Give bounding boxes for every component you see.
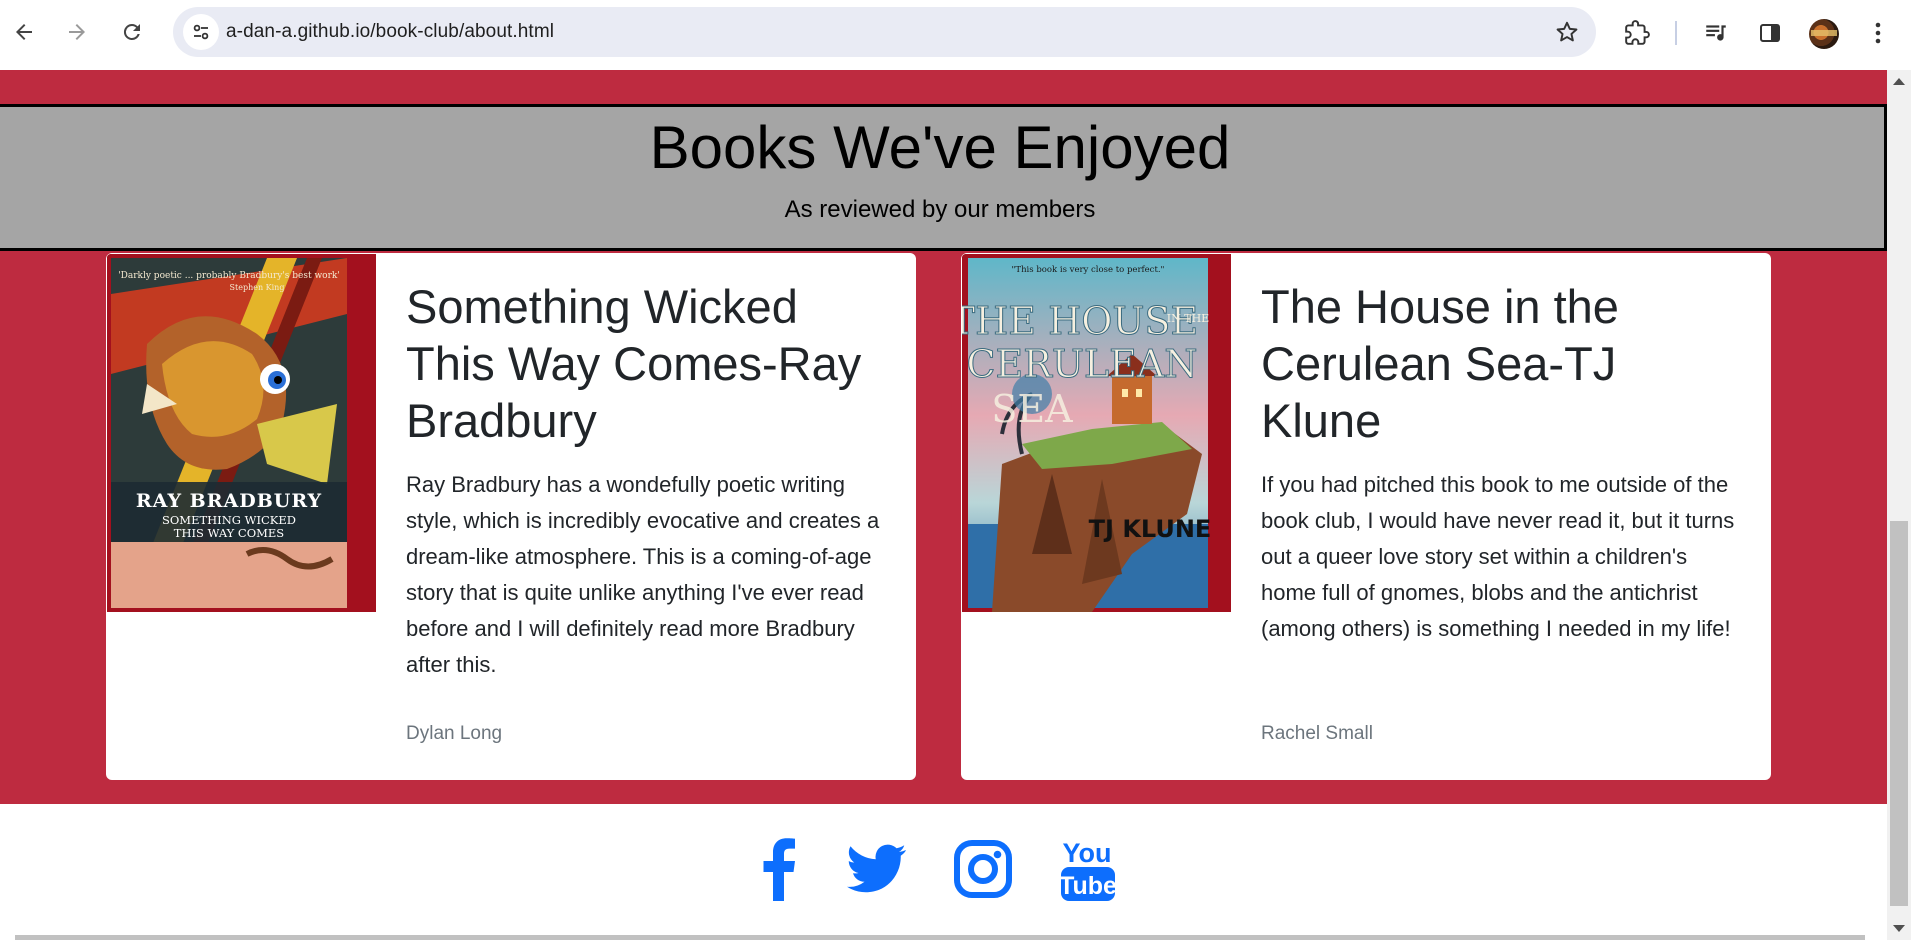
scroll-up-arrow-icon[interactable] [1893, 78, 1905, 85]
reload-icon [123, 23, 140, 40]
book-card: 'Darkly poetic ... probably Bradbury's b… [106, 253, 916, 780]
address-bar[interactable]: a-dan-a.github.io/book-club/about.html [173, 7, 1596, 57]
cover-title-small: IN THE [1167, 312, 1209, 325]
extensions-button[interactable] [1623, 19, 1651, 47]
book-card: "This book is very close to perfect." TH… [961, 253, 1771, 780]
horizontal-scrollbar-thumb[interactable] [15, 935, 1865, 940]
site-info-button[interactable] [183, 14, 219, 50]
page-title: Books We've Enjoyed [649, 114, 1231, 181]
book-cover-image: "This book is very close to perfect." TH… [962, 254, 1231, 612]
reload-button[interactable] [112, 12, 152, 52]
facebook-link[interactable] [744, 834, 814, 904]
card-body: The House in the Cerulean Sea-TJ Klune I… [1261, 278, 1741, 647]
twitter-link[interactable] [842, 834, 912, 904]
youtube-icon: You Tube [1060, 838, 1116, 901]
cover-quote: 'Darkly poetic ... probably Bradbury's b… [118, 271, 340, 281]
book-title: The House in the Cerulean Sea-TJ Klune [1261, 280, 1619, 447]
page-viewport: Books We've Enjoyed As reviewed by our m… [0, 70, 1887, 940]
puzzle-icon [1625, 20, 1650, 45]
forward-button[interactable] [57, 12, 97, 52]
cover-quote: "This book is very close to perfect." [1012, 265, 1165, 275]
facebook-icon [763, 838, 795, 901]
toolbar-separator [1675, 21, 1677, 45]
media-control-button[interactable] [1702, 19, 1730, 47]
cover-author: TJ KLUNE [1089, 515, 1212, 543]
book-cover-image: 'Darkly poetic ... probably Bradbury's b… [107, 254, 376, 612]
vertical-scrollbar[interactable] [1887, 70, 1911, 940]
arrow-right-icon [69, 24, 85, 40]
page-subtitle: As reviewed by our members [784, 196, 1096, 223]
youtube-tube-text: Tube [1060, 872, 1116, 900]
cover-title-line-2: CERULEAN [966, 342, 1197, 386]
youtube-link[interactable]: You Tube [1053, 834, 1123, 904]
side-panel-button[interactable] [1756, 19, 1784, 47]
cover-quote-author: Stephen King [230, 283, 285, 292]
back-button[interactable] [4, 12, 44, 52]
twitter-icon [847, 844, 906, 893]
url-text[interactable]: a-dan-a.github.io/book-club/about.html [226, 21, 554, 43]
browser-toolbar: a-dan-a.github.io/book-club/about.html [0, 0, 1911, 70]
reviewer-name: Dylan Long [406, 723, 503, 744]
youtube-you-text: You [1063, 838, 1112, 868]
bookmark-star-icon[interactable] [1554, 19, 1580, 45]
cover-title-line-2: THIS WAY COMES [174, 526, 285, 540]
more-vert-icon [1875, 22, 1881, 44]
side-panel-icon [1760, 24, 1780, 42]
profile-avatar[interactable] [1809, 19, 1839, 49]
book-review: If you had pitched this book to me outsi… [1261, 472, 1735, 641]
instagram-link[interactable] [948, 834, 1018, 904]
browser-menu-button[interactable] [1864, 19, 1892, 47]
hero-banner: Books We've Enjoyed As reviewed by our m… [0, 104, 1887, 251]
instagram-icon [954, 840, 1012, 898]
book-title: Something Wicked This Way Comes-Ray Brad… [406, 280, 862, 447]
scroll-down-arrow-icon[interactable] [1893, 925, 1905, 932]
cover-author: RAY BRADBURY [136, 490, 322, 512]
queue-music-icon [1706, 25, 1726, 41]
site-footer: You Tube [0, 804, 1887, 940]
cover-title-line-1: THE HOUSE [962, 299, 1198, 343]
cover-title-line-3: SEA [991, 387, 1073, 431]
tune-icon [193, 24, 209, 40]
scrollbar-thumb[interactable] [1890, 521, 1908, 906]
arrow-left-icon [16, 24, 32, 40]
reviewer-name: Rachel Small [1261, 723, 1373, 744]
book-review: Ray Bradbury has a wondefully poetic wri… [406, 472, 880, 677]
cover-title-line-1: SOMETHING WICKED [162, 513, 296, 527]
card-body: Something Wicked This Way Comes-Ray Brad… [406, 278, 886, 683]
